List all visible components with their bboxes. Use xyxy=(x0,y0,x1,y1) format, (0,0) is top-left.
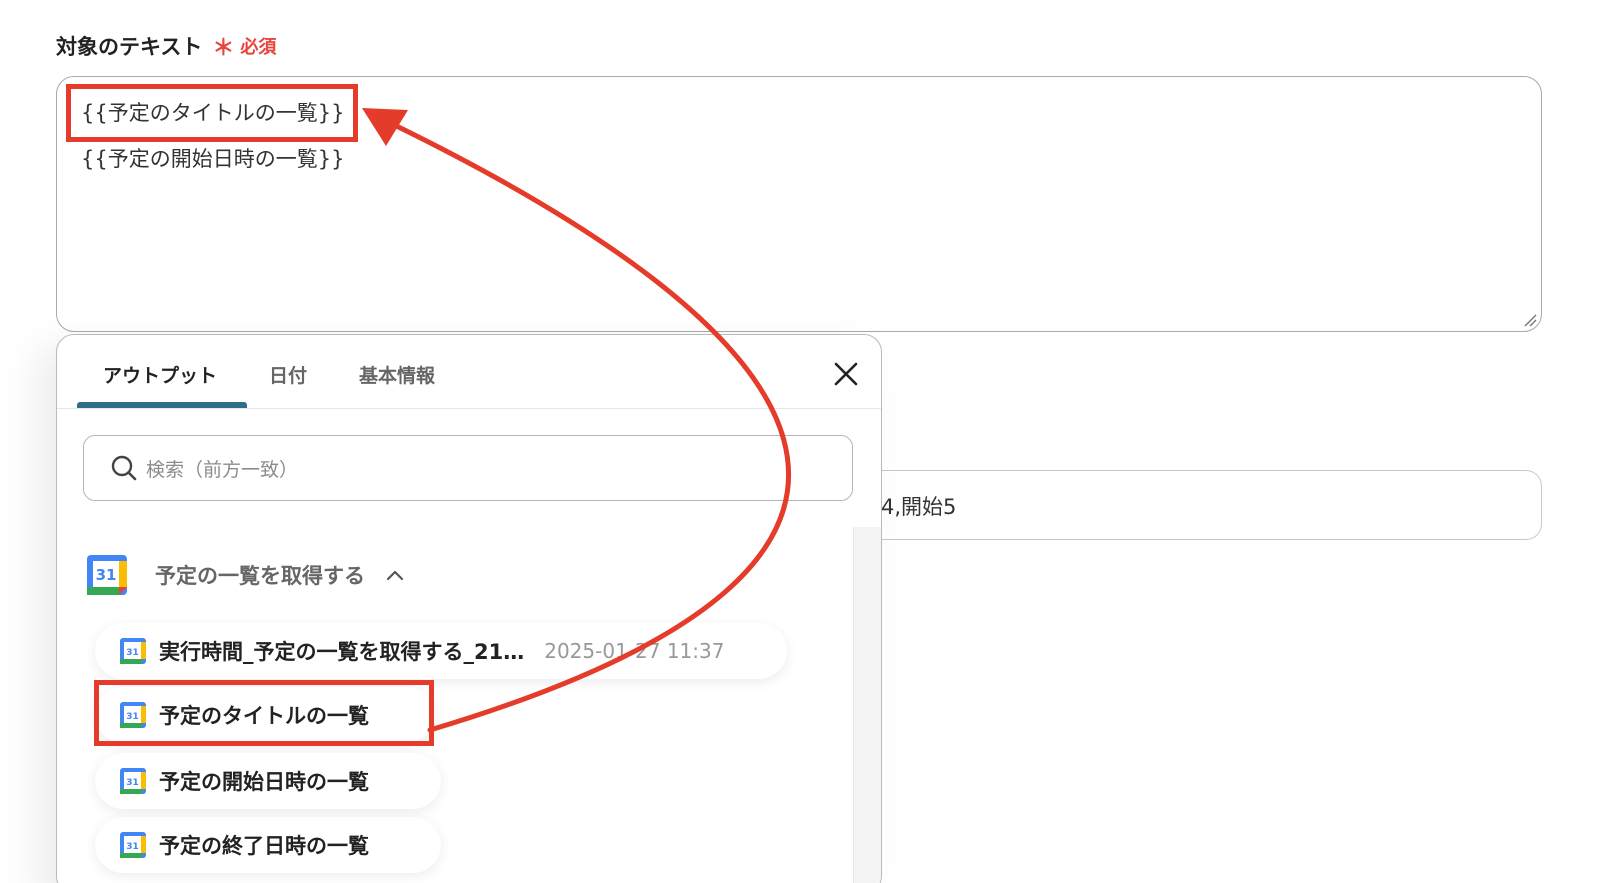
group-title: 予定の一覧を取得する xyxy=(155,564,365,588)
google-calendar-icon: 31 xyxy=(87,555,127,595)
svg-text:31: 31 xyxy=(126,842,139,852)
resize-grip-icon[interactable] xyxy=(1523,313,1537,327)
chevron-up-icon[interactable] xyxy=(385,568,405,582)
search-input[interactable]: 検索（前方一致） xyxy=(83,435,853,501)
output-item-label: 予定のタイトルの一覧 xyxy=(159,704,369,728)
output-item-execution-time[interactable]: 31 実行時間_予定の一覧を取得する_21… 2025-01-27 11:37 xyxy=(95,623,787,679)
group-header[interactable]: 31 予定の一覧を取得する xyxy=(85,551,405,599)
output-item-end-times[interactable]: 31 予定の終了日時の一覧 xyxy=(95,817,441,873)
google-calendar-icon: 31 xyxy=(120,702,146,728)
background-input-field[interactable]: 台4,開始5 xyxy=(860,470,1542,540)
output-item-start-times[interactable]: 31 予定の開始日時の一覧 xyxy=(95,753,441,809)
google-calendar-icon: 31 xyxy=(120,768,146,794)
output-item-time: 2025-01-27 11:37 xyxy=(544,639,725,663)
search-placeholder: 検索（前方一致） xyxy=(146,458,299,481)
output-item-label: 予定の終了日時の一覧 xyxy=(159,834,369,858)
svg-text:31: 31 xyxy=(96,566,117,584)
field-label: 対象のテキスト ＊ 必須 xyxy=(56,30,276,62)
tab-output[interactable]: アウトプット xyxy=(103,361,217,388)
google-calendar-icon: 31 xyxy=(120,638,146,664)
target-text-textarea[interactable]: {{予定のタイトルの一覧}} {{予定の開始日時の一覧}} xyxy=(56,76,1542,332)
svg-text:31: 31 xyxy=(126,648,139,658)
search-icon xyxy=(111,455,137,481)
scrollbar-track[interactable] xyxy=(853,527,881,883)
output-item-label: 予定の開始日時の一覧 xyxy=(159,770,369,794)
output-picker-popup: アウトプット 日付 基本情報 検索（前方一致） 31 予定の一覧を取得する 31… xyxy=(56,334,882,883)
output-item-event-titles[interactable]: 31 予定のタイトルの一覧 xyxy=(95,687,435,743)
active-tab-indicator xyxy=(77,402,247,408)
tab-date[interactable]: 日付 xyxy=(269,361,307,388)
output-item-label: 実行時間_予定の一覧を取得する_21… xyxy=(159,640,525,664)
required-text: 必須 xyxy=(240,37,277,58)
tab-basic-info[interactable]: 基本情報 xyxy=(359,361,435,388)
close-icon[interactable] xyxy=(831,359,861,389)
textarea-line-2: {{予定の開始日時の一覧}} xyxy=(81,147,345,171)
svg-text:31: 31 xyxy=(126,712,139,722)
field-label-text: 対象のテキスト xyxy=(56,35,203,59)
svg-text:31: 31 xyxy=(126,778,139,788)
required-star: ＊ xyxy=(212,36,235,61)
textarea-line-1: {{予定のタイトルの一覧}} xyxy=(81,101,345,125)
google-calendar-icon: 31 xyxy=(120,832,146,858)
popup-tabs: アウトプット 日付 基本情報 xyxy=(57,335,881,409)
